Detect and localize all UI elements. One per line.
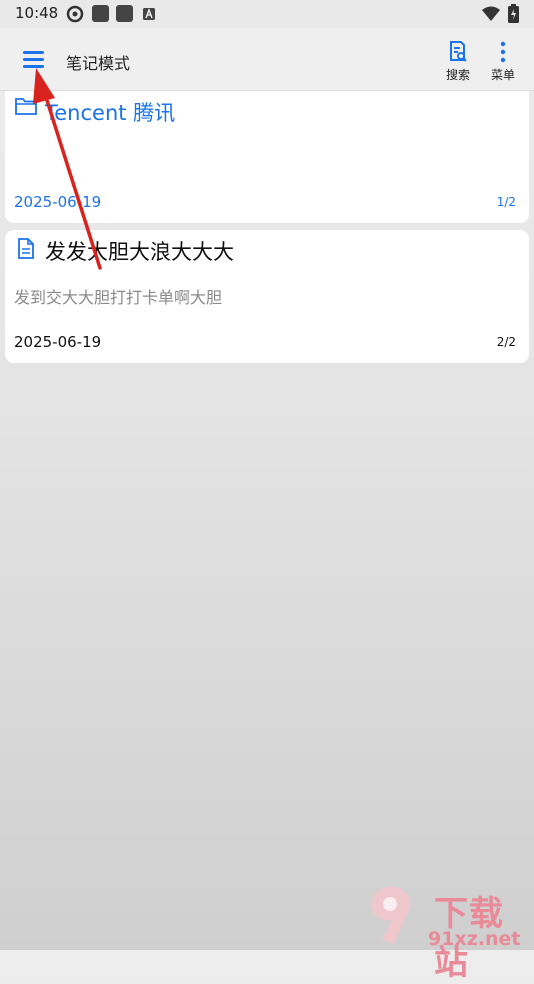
item-page-indicator: 1/2 xyxy=(496,195,516,209)
item-date: 2025-06-19 xyxy=(14,193,102,211)
battery-icon xyxy=(508,4,519,23)
item-title: Tencent 腾讯 xyxy=(45,101,176,125)
notification-icon xyxy=(92,5,109,22)
more-menu-button[interactable]: 菜单 xyxy=(483,40,523,86)
status-bar: 10:48 xyxy=(0,0,534,28)
item-title: 发发大胆大浪大大大 xyxy=(45,240,234,264)
item-preview: 发到交大大胆打打卡单啊大胆 xyxy=(14,288,223,307)
sync-icon xyxy=(66,5,84,23)
watermark-logo-icon xyxy=(371,886,411,944)
watermark: 下载站 91xz.net xyxy=(364,884,534,983)
hamburger-icon xyxy=(23,51,44,68)
status-time: 10:48 xyxy=(15,4,59,22)
document-icon xyxy=(18,238,34,259)
list-item[interactable]: Tencent 腾讯 2025-06-19 1/2 xyxy=(5,91,529,223)
nav-menu-button[interactable] xyxy=(14,41,54,79)
item-page-indicator: 2/2 xyxy=(496,335,516,349)
folder-icon xyxy=(15,98,37,115)
search-button[interactable]: 搜索 xyxy=(438,40,478,86)
page-title: 笔记模式 xyxy=(66,54,131,73)
search-label: 搜索 xyxy=(445,68,470,82)
list-item[interactable]: 发发大胆大浪大大大 发到交大大胆打打卡单啊大胆 2025-06-19 2/2 xyxy=(5,230,529,363)
wifi-icon xyxy=(482,6,500,21)
watermark-site: 91xz.net xyxy=(428,928,521,950)
item-date: 2025-06-19 xyxy=(14,333,102,351)
menu-label: 菜单 xyxy=(490,68,515,82)
notification-icon xyxy=(116,5,133,22)
more-vert-icon xyxy=(500,41,506,63)
keyboard-icon xyxy=(143,8,155,20)
search-icon xyxy=(450,41,467,62)
app-bar: 笔记模式 搜索 菜单 xyxy=(0,28,534,91)
